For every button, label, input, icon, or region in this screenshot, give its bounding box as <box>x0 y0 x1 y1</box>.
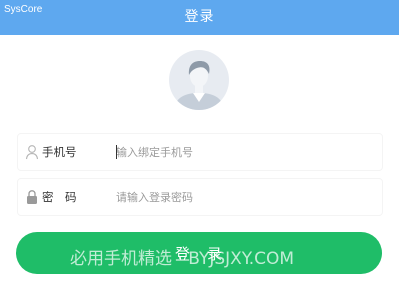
password-field: 密 码 <box>17 178 383 216</box>
phone-label: 手机号 <box>42 145 77 159</box>
password-input[interactable] <box>116 179 366 215</box>
avatar-icon <box>169 50 229 110</box>
password-label: 密 码 <box>42 190 77 204</box>
user-icon <box>25 145 39 160</box>
lock-icon <box>27 190 37 204</box>
phone-field: 手机号 <box>17 133 383 171</box>
text-cursor <box>116 145 117 159</box>
app-header: SysCore 登录 <box>0 0 399 35</box>
login-button[interactable]: 登 录 <box>16 232 382 274</box>
phone-input[interactable] <box>116 134 366 170</box>
page-title: 登录 <box>184 9 215 25</box>
